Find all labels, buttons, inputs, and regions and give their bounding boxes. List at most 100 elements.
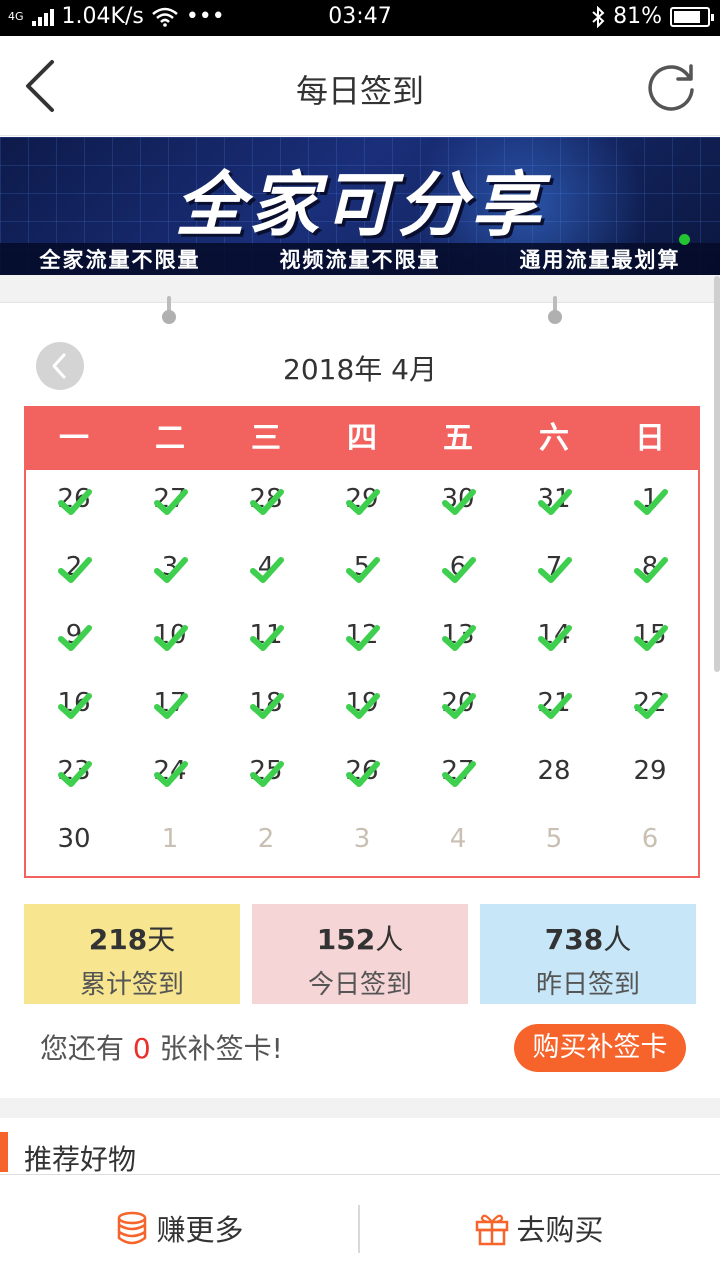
calendar-day[interactable]: 27 <box>410 742 506 810</box>
weekday-label: 日 <box>635 421 665 456</box>
makeup-card-prefix: 您还有 <box>40 1032 125 1065</box>
day-number: 4 <box>449 824 467 854</box>
checkmark-icon <box>442 489 476 515</box>
page-title: 每日签到 <box>295 72 424 110</box>
checkmark-icon <box>58 693 92 719</box>
checkmark-icon <box>154 557 188 583</box>
calendar-day[interactable]: 19 <box>314 674 410 742</box>
calendar-day[interactable]: 28 <box>218 470 314 538</box>
section-divider <box>0 275 720 303</box>
calendar-days-grid: 26 27 28 29 30 31 1 2 3 4 5 6 7 8 9 10 11 12 13 14 15 16 17 18 1… <box>26 470 698 876</box>
checkmark-icon <box>250 489 284 515</box>
calendar-day[interactable]: 12 <box>314 606 410 674</box>
calendar-day[interactable]: 6 <box>602 810 698 878</box>
calendar-day[interactable]: 21 <box>506 674 602 742</box>
banner-tagline: 视频流量不限量 <box>279 248 441 272</box>
calendar-day[interactable]: 1 <box>122 810 218 878</box>
calendar-day[interactable]: 26 <box>314 742 410 810</box>
stat-value: 152 <box>316 923 376 956</box>
stat-value: 738 <box>544 923 604 956</box>
calendar-day[interactable]: 28 <box>506 742 602 810</box>
checkmark-icon <box>634 693 668 719</box>
checkmark-icon <box>538 693 572 719</box>
calendar-day[interactable]: 2 <box>218 810 314 878</box>
calendar-day[interactable]: 7 <box>506 538 602 606</box>
calendar-day[interactable]: 27 <box>122 470 218 538</box>
calendar-day[interactable]: 29 <box>602 742 698 810</box>
checkmark-icon <box>442 761 476 787</box>
calendar-day[interactable]: 3 <box>122 538 218 606</box>
calendar-day[interactable]: 30 <box>410 470 506 538</box>
battery-percent: 81% <box>613 4 662 29</box>
checkmark-icon <box>346 761 380 787</box>
checkmark-icon <box>250 625 284 651</box>
calendar-day[interactable]: 17 <box>122 674 218 742</box>
calendar-day[interactable]: 15 <box>602 606 698 674</box>
weekday-label: 六 <box>539 421 569 456</box>
stat-today-checkins: 152人 今日签到 <box>252 904 468 1004</box>
checkmark-icon <box>538 557 572 583</box>
calendar-day[interactable]: 11 <box>218 606 314 674</box>
calendar-day[interactable]: 8 <box>602 538 698 606</box>
checkmark-icon <box>346 693 380 719</box>
calendar-day[interactable]: 9 <box>26 606 122 674</box>
calendar-day[interactable]: 31 <box>506 470 602 538</box>
banner-indicator-dot <box>679 234 690 245</box>
weekday-label: 四 <box>347 421 377 456</box>
recommend-accent-bar <box>0 1132 8 1172</box>
calendar-day[interactable]: 5 <box>506 810 602 878</box>
calendar-day[interactable]: 13 <box>410 606 506 674</box>
checkmark-icon <box>154 693 188 719</box>
promo-banner[interactable]: 全家可分享 全家流量不限量 视频流量不限量 通用流量最划算 <box>0 137 720 275</box>
checkmark-icon <box>58 489 92 515</box>
calendar-day[interactable]: 18 <box>218 674 314 742</box>
calendar-day[interactable]: 25 <box>218 742 314 810</box>
refresh-icon[interactable] <box>644 60 698 114</box>
weekday-label: 二 <box>155 421 185 456</box>
calendar-day[interactable]: 4 <box>410 810 506 878</box>
tab-earn-more[interactable]: 赚更多 <box>0 1175 358 1280</box>
stat-yesterday-checkins: 738人 昨日签到 <box>480 904 696 1004</box>
calendar-day[interactable]: 22 <box>602 674 698 742</box>
stat-unit: 人 <box>603 923 632 956</box>
calendar-day[interactable]: 3 <box>314 810 410 878</box>
calendar-day[interactable]: 24 <box>122 742 218 810</box>
weekday-label: 三 <box>251 421 281 456</box>
checkmark-icon <box>250 557 284 583</box>
calendar-day[interactable]: 10 <box>122 606 218 674</box>
calendar-day[interactable]: 29 <box>314 470 410 538</box>
stat-unit: 人 <box>375 923 404 956</box>
scrollbar[interactable] <box>714 276 720 672</box>
tab-go-shopping[interactable]: 去购买 <box>360 1175 718 1280</box>
calendar-day[interactable]: 14 <box>506 606 602 674</box>
checkmark-icon <box>58 625 92 651</box>
calendar-day[interactable]: 6 <box>410 538 506 606</box>
section-divider <box>0 1098 720 1118</box>
checkmark-icon <box>442 693 476 719</box>
calendar-day[interactable]: 16 <box>26 674 122 742</box>
recommend-section-title: 推荐好物 <box>24 1143 137 1176</box>
stat-label: 累计签到 <box>79 970 184 1000</box>
calendar-day[interactable]: 2 <box>26 538 122 606</box>
checkmark-icon <box>634 489 668 515</box>
buy-makeup-card-button[interactable]: 购买补签卡 <box>514 1024 686 1072</box>
day-number: 28 <box>537 756 571 786</box>
calendar-day[interactable]: 30 <box>26 810 122 878</box>
stat-value-line: 738人 <box>480 918 696 958</box>
stat-label: 昨日签到 <box>535 970 640 1000</box>
day-number: 6 <box>641 824 659 854</box>
day-number: 3 <box>353 824 371 854</box>
month-title: 2018年 4月 <box>283 353 437 386</box>
gift-icon <box>476 1214 509 1246</box>
calendar-day[interactable]: 26 <box>26 470 122 538</box>
stat-total-checkins: 218天 累计签到 <box>24 904 240 1004</box>
calendar-day[interactable]: 5 <box>314 538 410 606</box>
makeup-card-info: 您还有 0 张补签卡! <box>40 1027 283 1067</box>
calendar-day[interactable]: 4 <box>218 538 314 606</box>
day-number: 2 <box>257 824 275 854</box>
makeup-card-suffix: 张补签卡! <box>159 1032 283 1065</box>
calendar-day[interactable]: 1 <box>602 470 698 538</box>
calendar-day[interactable]: 23 <box>26 742 122 810</box>
calendar-day[interactable]: 20 <box>410 674 506 742</box>
app-header: 每日签到 <box>0 36 720 136</box>
